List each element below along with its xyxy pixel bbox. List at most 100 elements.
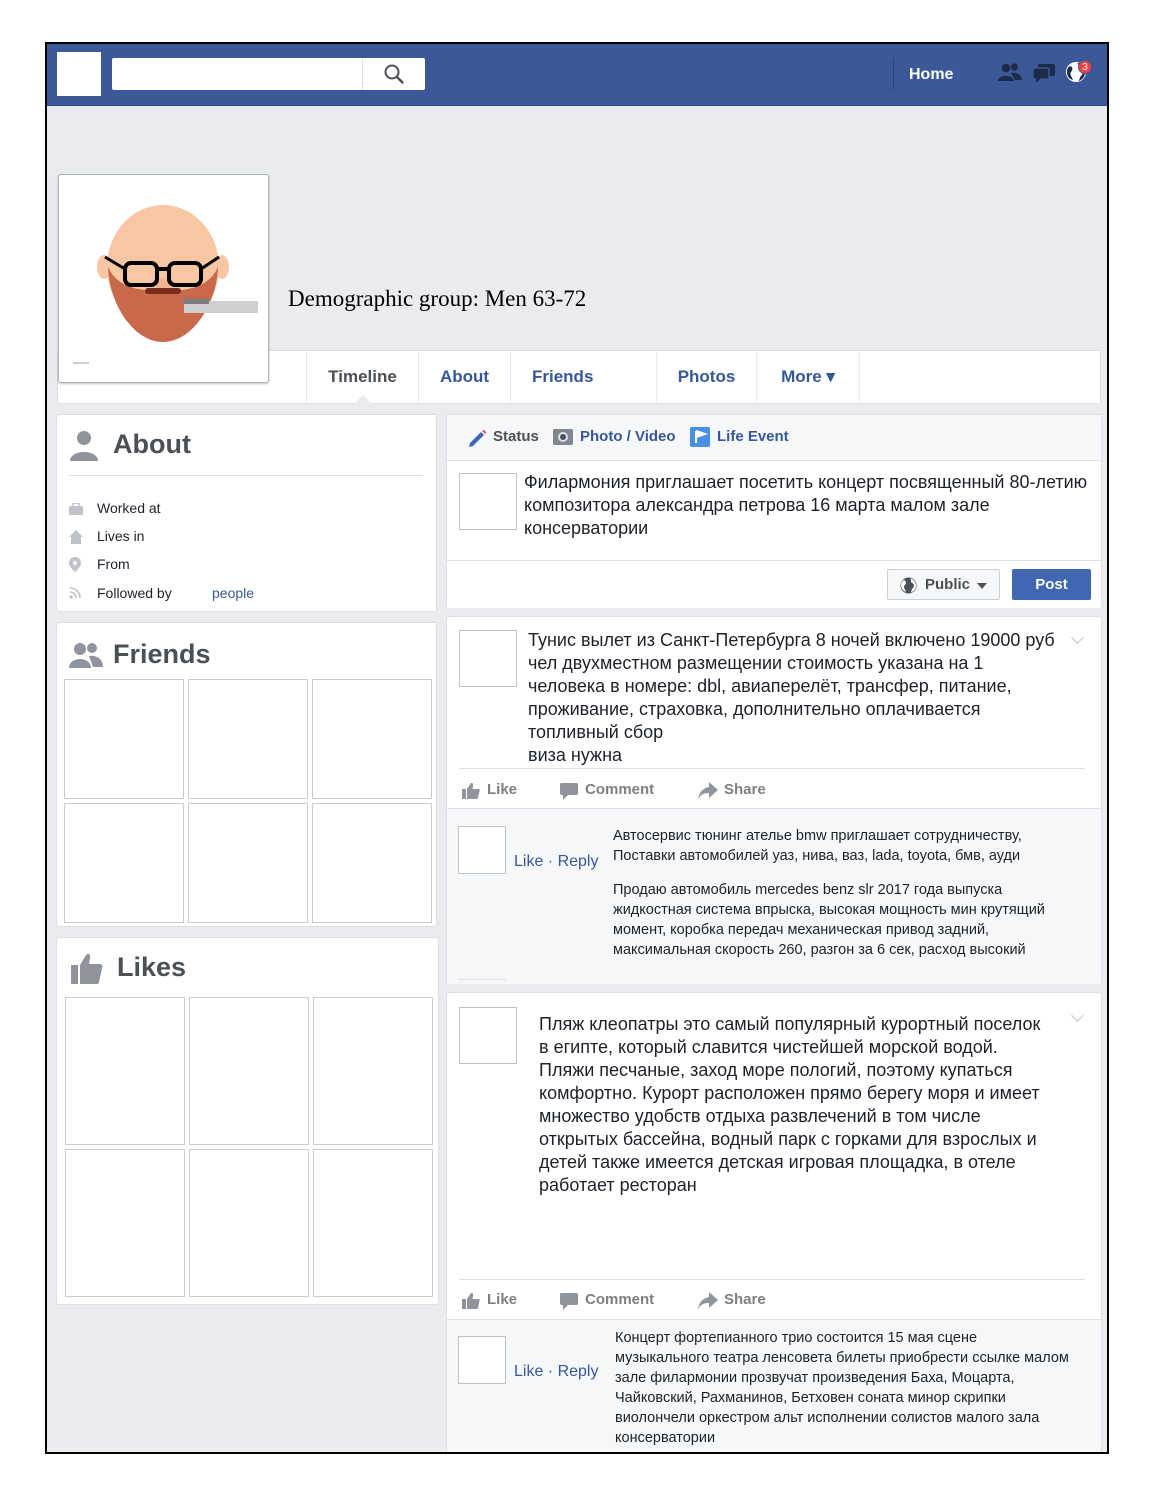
comments-section: Like · Reply Автосервис тюнинг ателье bm…: [447, 808, 1101, 984]
liked-page-thumbnail[interactable]: [189, 1149, 309, 1297]
feed-post: Пляж клеопатры это самый популярный куро…: [446, 992, 1102, 1452]
friends-title: Friends: [113, 639, 211, 669]
share-button[interactable]: Share: [724, 781, 766, 798]
friend-thumbnail[interactable]: [188, 679, 308, 799]
followers-link[interactable]: people: [212, 585, 254, 601]
post-actions: Like Comment Share: [447, 1283, 1101, 1319]
post-author-avatar[interactable]: [459, 1007, 517, 1064]
privacy-selector[interactable]: Public: [887, 569, 1000, 600]
home-link[interactable]: Home: [909, 66, 953, 84]
person-icon: [70, 431, 98, 461]
globe-icon: [900, 577, 917, 594]
comment-text: Концерт фортепианного трио состоится 15 …: [615, 1330, 1069, 1446]
composer-avatar: [459, 473, 517, 530]
likes-card: Likes: [56, 937, 439, 1305]
about-worked-at: Worked at: [97, 500, 161, 516]
privacy-label: Public: [925, 576, 971, 593]
friend-thumbnail[interactable]: [64, 679, 184, 799]
home-icon: [69, 530, 83, 544]
friends-card: Friends: [56, 622, 437, 927]
share-icon: [698, 782, 718, 800]
about-card: About Worked at Lives in From Followed b…: [56, 414, 437, 612]
like-icon: [462, 783, 480, 799]
like-button[interactable]: Like: [487, 1291, 517, 1308]
post-divider: [459, 768, 1085, 769]
friend-thumbnail[interactable]: [64, 803, 184, 923]
comment-icon: [560, 783, 578, 800]
comment-button[interactable]: Comment: [585, 781, 654, 798]
comment-like-reply-links[interactable]: Like · Reply: [514, 853, 598, 871]
search-icon: [384, 64, 404, 84]
composer-tab-photo-video[interactable]: Photo / Video: [580, 428, 676, 445]
friends-icon: [69, 643, 103, 668]
post-options-chevron-icon[interactable]: [1071, 631, 1084, 644]
rss-icon: [69, 587, 81, 599]
commenter-avatar[interactable]: [458, 1336, 506, 1384]
comment-text: Продаю автомобиль mercedes benz slr 2017…: [613, 882, 1045, 958]
post-text: Тунис вылет из Санкт-Петербурга 8 ночей …: [528, 630, 1055, 765]
post-options-chevron-icon[interactable]: [1071, 1009, 1084, 1022]
tab-about[interactable]: About: [418, 351, 510, 403]
comment-like-reply-links[interactable]: Like · Reply: [514, 1363, 598, 1381]
composer-tab-life-event[interactable]: Life Event: [717, 428, 789, 445]
tab-friends[interactable]: Friends: [510, 351, 656, 403]
top-navigation-bar: Home 3: [47, 44, 1107, 106]
liked-page-thumbnail[interactable]: [313, 1149, 433, 1297]
post-actions: Like Comment Share: [447, 773, 1101, 809]
chevron-down-icon: [977, 583, 987, 589]
tab-photos[interactable]: Photos: [656, 351, 756, 403]
profile-picture[interactable]: [58, 174, 269, 383]
messages-icon[interactable]: [1031, 60, 1057, 86]
nav-separator: [893, 58, 894, 90]
likes-title: Likes: [117, 952, 187, 982]
composer-tab-status[interactable]: Status: [493, 428, 539, 445]
camera-icon: [553, 429, 573, 445]
post-text: Пляж клеопатры это самый популярный куро…: [539, 1014, 1041, 1195]
composer-tabs: Status Photo / Video Life Event: [447, 415, 1101, 461]
briefcase-icon: [69, 503, 83, 515]
like-icon: [462, 1293, 480, 1309]
life-event-flag-icon: [690, 427, 710, 447]
share-button[interactable]: Share: [724, 1291, 766, 1308]
pencil-icon: [469, 429, 487, 447]
post-author-avatar[interactable]: [459, 630, 517, 687]
about-lives-in: Lives in: [97, 528, 145, 544]
tab-more[interactable]: More ▾: [756, 351, 860, 403]
about-followed-by: Followed by: [97, 585, 172, 601]
notification-count-badge: 3: [1078, 60, 1092, 74]
comment-divider: [458, 979, 506, 980]
comment-icon: [560, 1293, 578, 1310]
search-button[interactable]: [362, 58, 425, 90]
about-divider: [69, 475, 423, 476]
location-pin-icon: [69, 557, 81, 572]
browser-frame: Home 3 Demographic group: Men 63-72 Time…: [45, 42, 1109, 1454]
logo[interactable]: [57, 52, 101, 96]
liked-page-thumbnail[interactable]: [313, 997, 433, 1145]
commenter-avatar[interactable]: [458, 826, 506, 874]
friend-thumbnail[interactable]: [312, 679, 432, 799]
feed-post: Тунис вылет из Санкт-Петербурга 8 ночей …: [446, 616, 1102, 984]
friend-requests-icon[interactable]: [997, 60, 1023, 86]
comment-button[interactable]: Comment: [585, 1291, 654, 1308]
friend-thumbnail[interactable]: [312, 803, 432, 923]
composer-text[interactable]: Филармония приглашает посетить концерт п…: [524, 471, 1094, 540]
like-button[interactable]: Like: [487, 781, 517, 798]
thumbs-up-icon: [71, 954, 103, 984]
comments-section: Like · Reply Концерт фортепианного трио …: [447, 1319, 1101, 1452]
about-from: From: [97, 556, 130, 572]
share-icon: [698, 1292, 718, 1310]
profile-name: Demographic group: Men 63-72: [288, 286, 587, 311]
bald-bearded-man-avatar: [73, 205, 258, 364]
search-input[interactable]: [112, 58, 425, 90]
composer-footer: Public Post: [447, 560, 1101, 608]
liked-page-thumbnail[interactable]: [65, 997, 185, 1145]
liked-page-thumbnail[interactable]: [189, 997, 309, 1145]
active-tab-indicator: [354, 395, 372, 404]
post-composer: Status Photo / Video Life Event Филармон…: [446, 414, 1102, 608]
comment-text: Автосервис тюнинг ателье bmw приглашает …: [613, 828, 1022, 864]
post-button[interactable]: Post: [1012, 569, 1091, 600]
post-divider: [459, 1279, 1085, 1280]
about-title: About: [113, 429, 191, 459]
friend-thumbnail[interactable]: [188, 803, 308, 923]
liked-page-thumbnail[interactable]: [65, 1149, 185, 1297]
